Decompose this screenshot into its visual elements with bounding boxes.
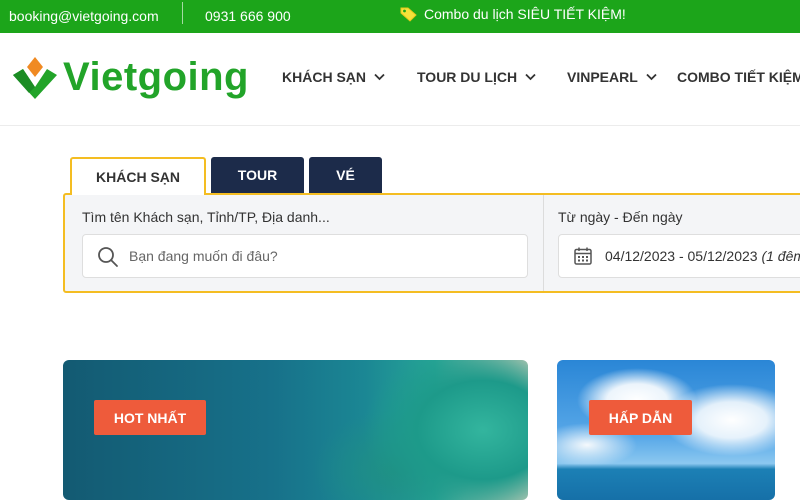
tag-icon [400,7,417,22]
logo-mark-icon [13,57,57,99]
logo[interactable]: Vietgoing [11,53,249,101]
nights-count: (1 đêm) [761,248,800,264]
nav-item-label: TOUR DU LỊCH [417,69,518,85]
top-bar: booking@vietgoing.com 0931 666 900 Combo… [0,0,800,33]
brand-name: Vietgoing [63,55,249,99]
tab-ve[interactable]: VÉ [309,157,382,193]
promo-link[interactable]: Combo du lịch SIÊU TIẾT KIỆM! [400,6,626,22]
chevron-down-icon [646,73,657,81]
badge-hot: HOT NHẤT [94,400,206,435]
nav-item-khach-san[interactable]: KHÁCH SẠN [282,69,385,85]
site-header: Vietgoing KHÁCH SẠN TOUR DU LỊCH VINPEAR… [0,33,800,126]
date-range-input[interactable]: 04/12/2023 - 05/12/2023 (1 đêm) [558,234,800,278]
badge-attractive: HẤP DẪN [589,400,692,435]
date-value: 04/12/2023 - 05/12/2023 (1 đêm) [605,248,800,264]
calendar-icon [574,247,592,265]
destination-input[interactable]: Bạn đang muốn đi đâu? [82,234,528,278]
promo-card-attractive[interactable]: HẤP DẪN [557,360,775,500]
promo-text: Combo du lịch SIÊU TIẾT KIỆM! [424,6,626,22]
contact-email[interactable]: booking@vietgoing.com [9,8,159,24]
nav-item-label: COMBO TIẾT KIỆM [677,69,800,85]
tab-tour[interactable]: TOUR [211,157,304,193]
field-divider [543,195,544,291]
search-icon [98,247,118,267]
nav-item-label: KHÁCH SẠN [282,69,366,85]
nav-item-tour-du-lich[interactable]: TOUR DU LỊCH [417,69,536,85]
nav-item-combo-tiet-kiem[interactable]: COMBO TIẾT KIỆM [677,69,800,85]
destination-label: Tìm tên Khách sạn, Tỉnh/TP, Địa danh... [82,209,330,225]
destination-placeholder: Bạn đang muốn đi đâu? [129,248,278,264]
contact-phone[interactable]: 0931 666 900 [205,8,291,24]
date-label: Từ ngày - Đến ngày [558,209,683,225]
tab-khach-san[interactable]: KHÁCH SẠN [70,157,206,195]
date-range-text: 04/12/2023 - 05/12/2023 [605,248,758,264]
promo-card-hot[interactable]: HOT NHẤT [63,360,528,500]
nav-item-label: VINPEARL [567,69,638,85]
chevron-down-icon [525,73,536,81]
top-bar-separator [182,2,183,24]
nav-item-vinpearl[interactable]: VINPEARL [567,69,657,85]
chevron-down-icon [374,73,385,81]
search-panel: Tìm tên Khách sạn, Tỉnh/TP, Địa danh... … [63,193,800,293]
